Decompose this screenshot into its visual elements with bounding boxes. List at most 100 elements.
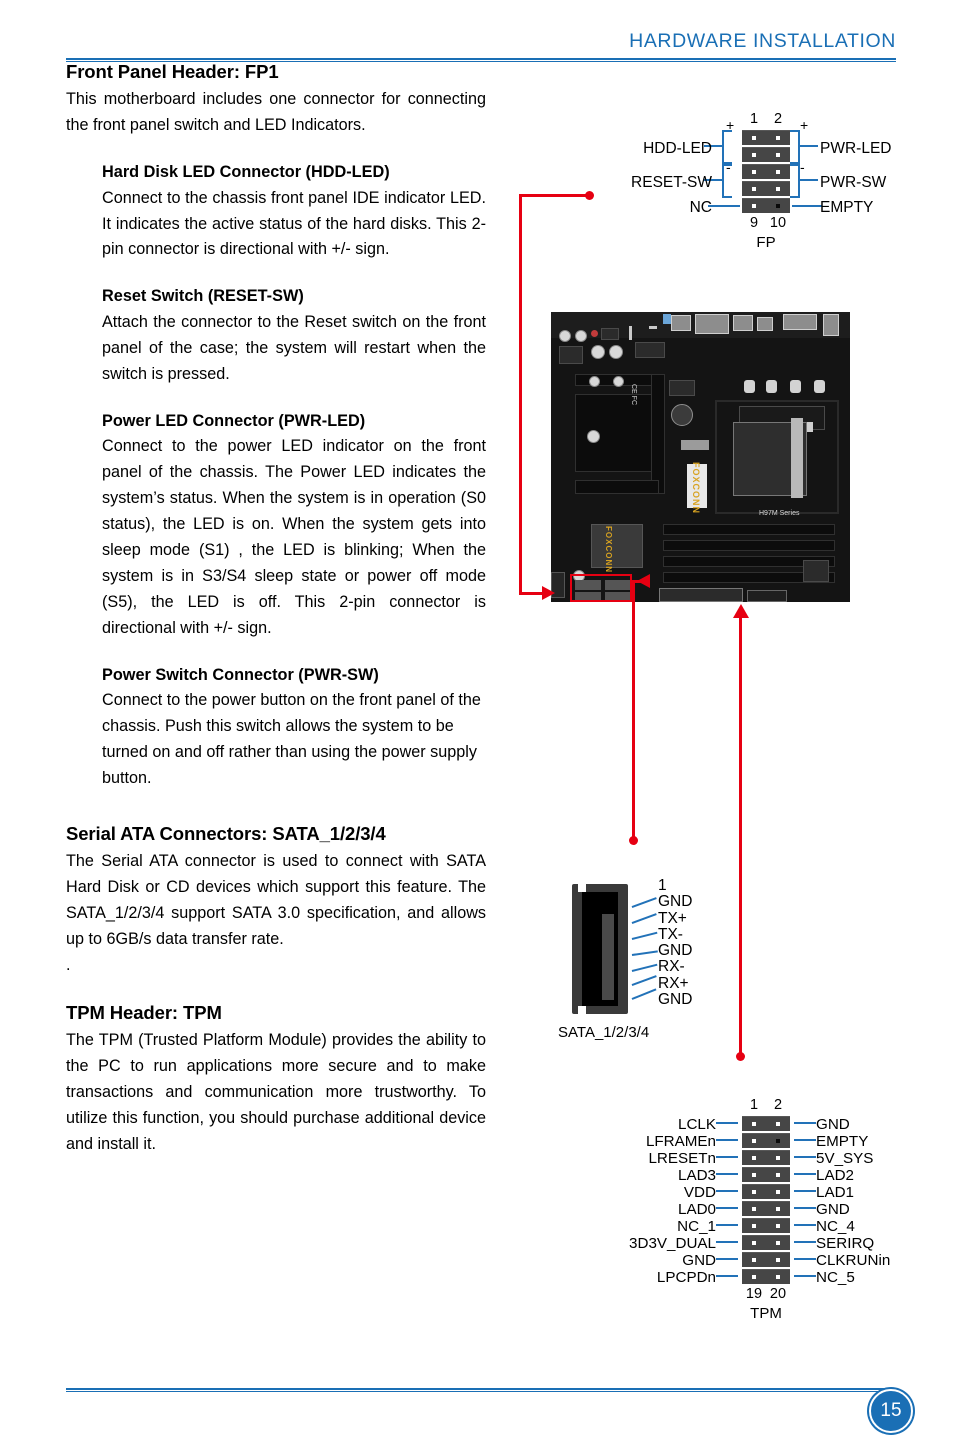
fp1-pin-9-label: 9 xyxy=(749,214,759,231)
subsection-pwr-sw: Power Switch Connector (PWR-SW) Connect … xyxy=(102,664,486,792)
mb-port-audio xyxy=(823,314,839,336)
mb-chip xyxy=(635,342,665,358)
fp1-pin-row xyxy=(742,180,790,196)
tpm-label-right-10: NC_5 xyxy=(816,1268,855,1286)
pin-contact xyxy=(776,1223,780,1228)
tpm-pin-row xyxy=(742,1183,790,1199)
tpm-label-right-5: LAD1 xyxy=(816,1183,854,1201)
fp1-label-pwr-sw: PWR-SW xyxy=(820,173,887,191)
sata-pin-start-number: 1 xyxy=(658,877,667,894)
tpm-pin-row xyxy=(742,1234,790,1250)
fp1-pin-row xyxy=(742,197,790,213)
tpm-lead-right xyxy=(794,1257,816,1260)
tpm-connector-body xyxy=(742,1115,790,1284)
pin-contact xyxy=(752,152,756,157)
fp1-label-nc: NC xyxy=(689,198,712,216)
pin-contact xyxy=(776,1257,780,1262)
tpm-label-left-9: GND xyxy=(682,1251,716,1269)
pin-contact xyxy=(776,186,780,191)
mb-series-text: H97M Series xyxy=(759,510,800,517)
mb-pci-slot xyxy=(651,374,665,494)
sata-pin-label: RX- xyxy=(658,958,685,976)
subsection-reset-sw: Reset Switch (RESET-SW) Attach the conne… xyxy=(102,285,486,387)
tpm-connector-diagram: 1 2 LCLK GND LFRAMEn EMPTY LRESETn 5V_SY… xyxy=(616,1098,916,1322)
mb-choke xyxy=(814,380,825,393)
tpm-lead-right xyxy=(794,1121,816,1124)
sata-leader-line xyxy=(631,897,657,909)
empty-lead xyxy=(792,204,822,207)
pin-contact xyxy=(752,1240,756,1245)
pin-contact xyxy=(752,1155,756,1160)
fp1-callout-line-h1 xyxy=(519,194,589,197)
tpm-label-right-3: 5V_SYS xyxy=(816,1149,874,1167)
mb-heatsink-text: FOXCONN xyxy=(604,526,613,573)
footer-divider xyxy=(66,1388,896,1392)
fp1-callout-line-v xyxy=(519,194,522,594)
subsection-heading-pwr-led: Power LED Connector (PWR-LED) xyxy=(102,411,366,430)
sata-tongue xyxy=(602,914,614,1000)
tpm-label-right-8: SERIRQ xyxy=(816,1234,875,1252)
tpm-label-left-7: NC_1 xyxy=(677,1217,716,1235)
tpm-lead-left xyxy=(716,1189,738,1192)
subsection-body-reset-sw: Attach the connector to the Reset switch… xyxy=(102,312,486,383)
mb-brand-silkscreen: FOXCONN xyxy=(691,462,701,514)
mb-tpm-header xyxy=(747,590,787,602)
fp1-pin-row xyxy=(742,146,790,162)
tpm-callout-dot xyxy=(736,1052,745,1061)
tpm-label-right-2: EMPTY xyxy=(816,1132,869,1150)
sata-connector-cavity xyxy=(582,892,618,1006)
pin-contact xyxy=(752,1138,756,1143)
mb-chip xyxy=(803,560,829,582)
mb-capacitor xyxy=(609,345,623,359)
tpm-label-left-5: VDD xyxy=(683,1183,716,1201)
mb-capacitor xyxy=(591,345,605,359)
mb-led xyxy=(591,330,598,337)
section-title-sata: Serial ATA Connectors: SATA_1/2/3/4 xyxy=(66,823,386,845)
mb-silkscreen-block xyxy=(681,440,709,450)
pin-contact xyxy=(776,1172,780,1177)
pwr-sw-stem xyxy=(800,178,818,181)
pin-contact xyxy=(752,1223,756,1228)
tpm-lead-left xyxy=(716,1240,738,1243)
tpm-pin-row xyxy=(742,1149,790,1165)
pin-contact xyxy=(776,1189,780,1194)
pwr-led-stem xyxy=(800,144,818,147)
mb-capacitor xyxy=(613,376,624,387)
motherboard-photo: CE FC FOXCONN H97M Series FOXCONN xyxy=(551,312,850,602)
page-title: HARDWARE INSTALLATION xyxy=(629,30,896,52)
fp1-callout-arrow xyxy=(542,586,555,600)
nc-lead xyxy=(708,204,740,207)
sata-pin-label-list: 1 GND TX+ TX- GND RX- RX+ GND xyxy=(658,877,692,1008)
mb-socket-lever xyxy=(791,418,803,498)
pin-contact xyxy=(752,1172,756,1177)
mb-port-lan xyxy=(695,314,729,334)
mb-choke xyxy=(790,380,801,393)
tpm-lead-left xyxy=(716,1121,738,1124)
sata-leader-line xyxy=(631,975,657,987)
mb-port-vga xyxy=(783,314,817,330)
mb-silkscreen xyxy=(649,326,657,329)
sata-callout-dot xyxy=(629,836,638,845)
tpm-label-left-10: LPCPDn xyxy=(656,1268,716,1286)
tpm-lead-right xyxy=(794,1172,816,1175)
tpm-pin-row xyxy=(742,1166,790,1182)
subsection-body-hdd-led: Connect to the chassis front panel IDE i… xyxy=(102,188,486,259)
sata-trailing-dot: . xyxy=(66,955,71,974)
mb-pcie-slot xyxy=(575,480,659,494)
pin-contact xyxy=(776,169,780,174)
fp1-top-pin-numbers: 1 2 xyxy=(616,112,916,127)
sata-body-paragraph: The Serial ATA connector is used to conn… xyxy=(66,852,486,948)
tpm-lead-right xyxy=(794,1138,816,1141)
tpm-callout-line-v xyxy=(739,616,742,1056)
sata-callout-line-v xyxy=(632,580,635,840)
content-column: Front Panel Header: FP1 This motherboard… xyxy=(66,60,486,1158)
sata-leader-line xyxy=(631,950,658,957)
pin-contact-empty xyxy=(776,203,780,208)
pin-contact-empty xyxy=(776,1138,780,1143)
mb-port-usb xyxy=(733,315,753,331)
pin-contact xyxy=(776,1274,780,1279)
fp1-bottom-pin-numbers: 9 10 xyxy=(616,214,916,231)
tpm-pin-row xyxy=(742,1268,790,1284)
mb-cert-text: CE FC xyxy=(630,384,637,405)
mb-chip xyxy=(669,380,695,396)
